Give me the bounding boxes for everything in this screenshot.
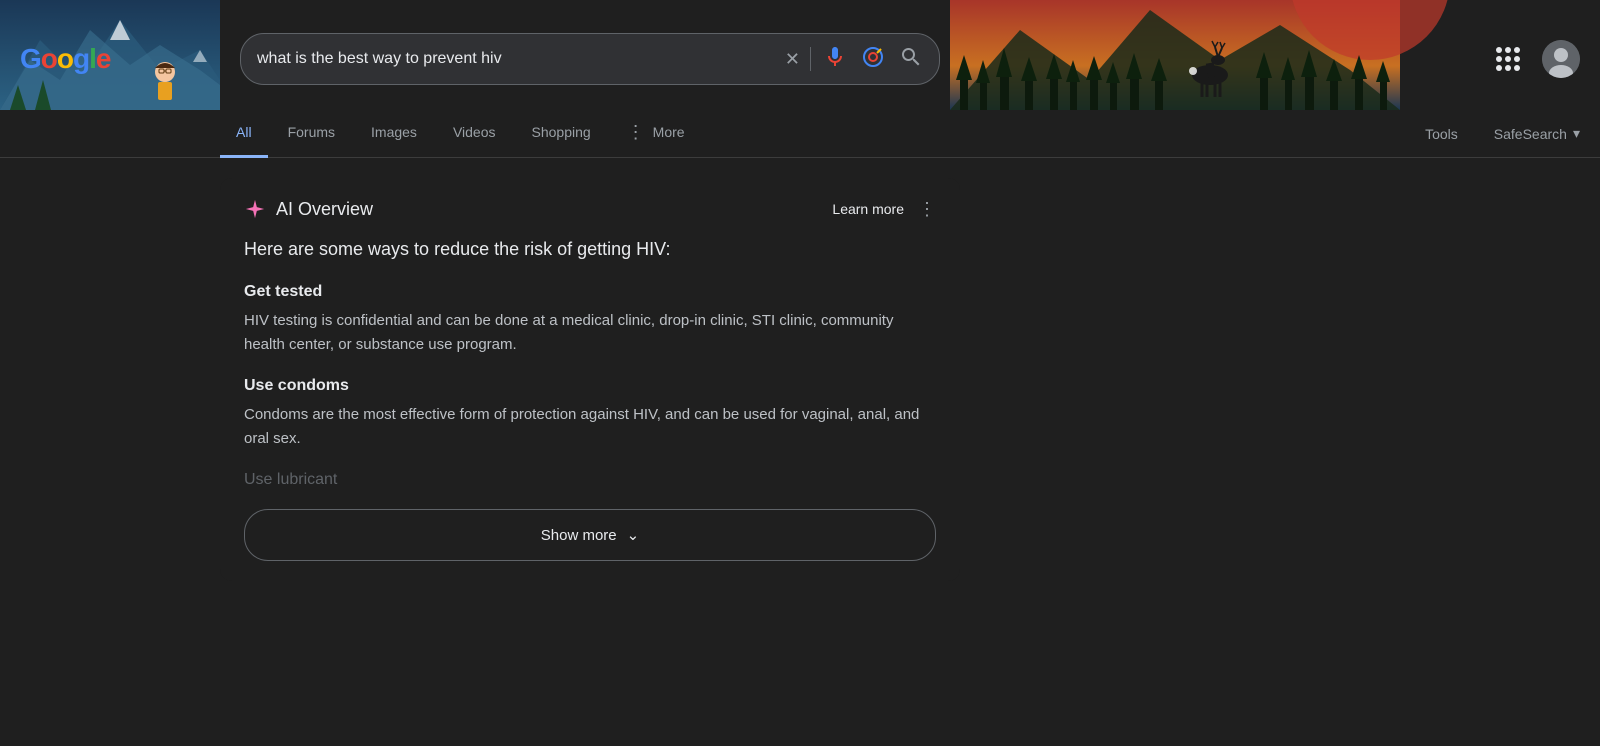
search-divider — [810, 47, 811, 71]
ai-overview-title: AI Overview — [276, 199, 373, 220]
tools-button[interactable]: Tools — [1409, 114, 1474, 154]
ai-section-title-1: Get tested — [244, 283, 936, 301]
nav-bar: All Forums Images Videos Shopping ⋮ More… — [0, 110, 1600, 158]
ai-overview-header: AI Overview Learn more ⋮ — [244, 198, 936, 220]
google-logo: Google — [20, 43, 110, 75]
more-dots-icon: ⋮ — [627, 122, 645, 143]
tab-more[interactable]: ⋮ More — [611, 110, 701, 158]
avatar[interactable] — [1542, 40, 1580, 78]
tab-all[interactable]: All — [220, 110, 268, 158]
ai-overview: AI Overview Learn more ⋮ Here are some w… — [220, 178, 960, 581]
apps-grid-button[interactable] — [1488, 39, 1528, 79]
search-bar[interactable]: ✕ — [240, 33, 940, 85]
ai-intro-text: Here are some ways to reduce the risk of… — [244, 236, 936, 263]
tab-shopping[interactable]: Shopping — [516, 110, 607, 158]
learn-more-button[interactable]: Learn more — [832, 201, 904, 217]
more-label: More — [653, 124, 685, 140]
tab-videos[interactable]: Videos — [437, 110, 512, 158]
chevron-down-icon: ▾ — [1573, 125, 1580, 142]
ai-more-options-icon[interactable]: ⋮ — [918, 199, 936, 220]
show-more-label: Show more — [541, 527, 617, 544]
chevron-down-icon: ⌄ — [627, 526, 640, 544]
ai-section-text-2: Condoms are the most effective form of p… — [244, 403, 936, 451]
microphone-icon[interactable] — [823, 45, 847, 74]
logo-area: Google — [20, 43, 220, 75]
ai-actions: Learn more ⋮ — [832, 199, 936, 220]
header: Google ✕ — [0, 0, 1600, 110]
ai-faded-item: Use lubricant — [244, 471, 936, 489]
apps-dots-icon — [1496, 47, 1520, 71]
main-content: AI Overview Learn more ⋮ Here are some w… — [0, 158, 980, 601]
header-right — [1488, 39, 1580, 79]
clear-icon[interactable]: ✕ — [785, 49, 800, 70]
ai-section-title-2: Use condoms — [244, 377, 936, 395]
search-icon[interactable] — [899, 45, 923, 74]
safe-search-label: SafeSearch — [1494, 126, 1567, 142]
show-more-button[interactable]: Show more ⌄ — [244, 509, 936, 561]
ai-sparkle-icon — [244, 198, 266, 220]
ai-section-text-1: HIV testing is confidential and can be d… — [244, 309, 936, 357]
tab-images[interactable]: Images — [355, 110, 433, 158]
safe-search-button[interactable]: SafeSearch ▾ — [1494, 125, 1580, 142]
ai-title-area: AI Overview — [244, 198, 373, 220]
google-lens-icon[interactable] — [861, 45, 885, 74]
search-input[interactable] — [257, 50, 785, 68]
nav-tabs: All Forums Images Videos Shopping ⋮ More — [220, 110, 1409, 158]
tab-forums[interactable]: Forums — [272, 110, 351, 158]
